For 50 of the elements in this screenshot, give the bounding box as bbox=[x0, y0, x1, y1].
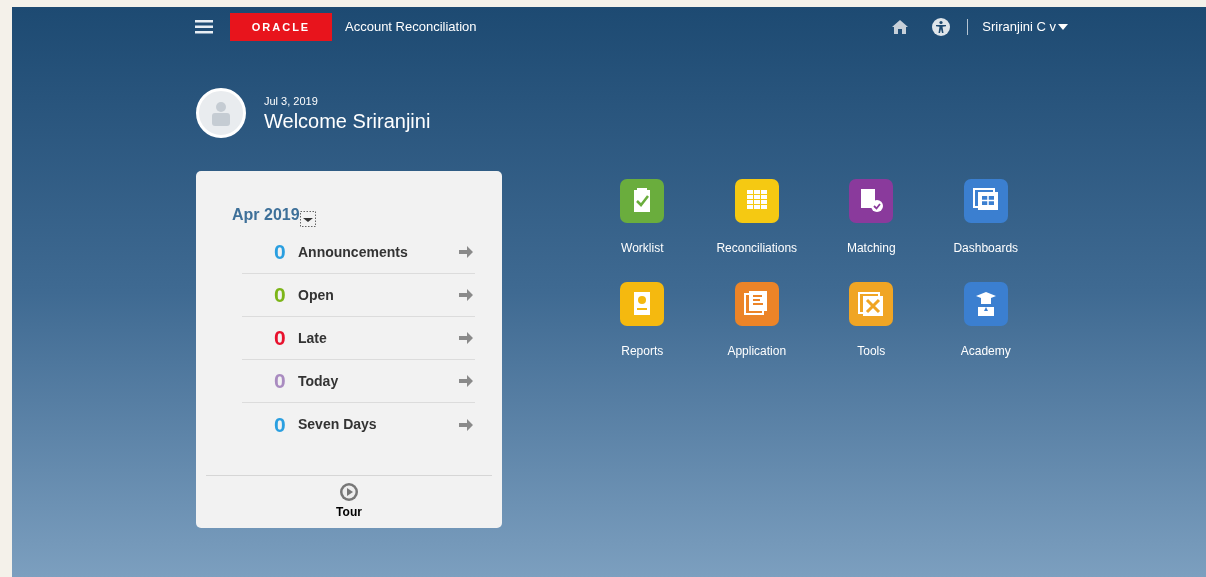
count-text: 0 bbox=[274, 325, 287, 352]
tile-label[interactable]: Application bbox=[727, 342, 787, 360]
count-text: 0 bbox=[274, 368, 287, 395]
menu-icon[interactable] bbox=[195, 20, 213, 34]
user-menu[interactable]: Sriranjini C v bbox=[982, 17, 1068, 37]
row-label: Late bbox=[298, 328, 328, 348]
summary-row[interactable]: 0 Announcements bbox=[242, 231, 475, 274]
arrow-icon[interactable] bbox=[459, 418, 473, 431]
arrow-icon[interactable] bbox=[459, 332, 473, 344]
summary-row[interactable]: 0 Today bbox=[242, 360, 475, 403]
tile-label[interactable]: Academy bbox=[960, 342, 1011, 360]
tile-icon[interactable] bbox=[620, 282, 665, 326]
tile-label[interactable]: Tools bbox=[857, 342, 886, 360]
row-label: Open bbox=[298, 285, 335, 305]
tile-icon[interactable] bbox=[849, 179, 894, 223]
date-text: Jul 3, 2019 bbox=[264, 93, 319, 109]
row-label: Today bbox=[298, 371, 340, 391]
tile-icon[interactable] bbox=[620, 179, 665, 223]
tile-label[interactable]: Reconciliations bbox=[716, 239, 798, 257]
count-text: 0 bbox=[274, 282, 287, 309]
tile-label[interactable]: Dashboards bbox=[953, 239, 1019, 257]
play-icon[interactable] bbox=[340, 483, 358, 501]
home-icon[interactable] bbox=[892, 20, 909, 34]
count-text: 0 bbox=[274, 239, 287, 266]
row-label: Seven Days bbox=[298, 415, 378, 434]
tile-icon[interactable] bbox=[734, 179, 779, 223]
dropdown-caret-icon[interactable] bbox=[299, 211, 316, 227]
summary-row[interactable]: 0 Seven Days bbox=[242, 403, 475, 446]
summary-row[interactable]: 0 Open bbox=[242, 274, 475, 317]
tile-label[interactable]: Worklist bbox=[621, 239, 664, 257]
summary-row[interactable]: 0 Late bbox=[242, 317, 475, 360]
arrow-icon[interactable] bbox=[459, 246, 473, 258]
arrow-icon[interactable] bbox=[459, 375, 473, 387]
avatar bbox=[196, 88, 246, 138]
caret-icon bbox=[1058, 24, 1068, 30]
period-label: Apr 2019 bbox=[232, 205, 300, 225]
oracle-logo: ORACLE bbox=[230, 13, 332, 41]
welcome-heading: Welcome Sriranjini bbox=[264, 109, 431, 134]
app-title: Account Reconciliation bbox=[345, 18, 477, 37]
arrow-icon[interactable] bbox=[459, 289, 473, 301]
tour-link[interactable]: Tour bbox=[336, 503, 362, 521]
row-label: Announcements bbox=[298, 242, 409, 262]
tile-label[interactable]: Matching bbox=[846, 239, 896, 257]
tile-icon[interactable] bbox=[734, 282, 779, 326]
tile-icon[interactable] bbox=[963, 179, 1008, 223]
tile-icon[interactable] bbox=[963, 282, 1008, 326]
tile-icon[interactable] bbox=[849, 282, 894, 326]
count-text: 0 bbox=[274, 411, 287, 438]
accessibility-icon[interactable] bbox=[932, 18, 951, 36]
tile-label[interactable]: Reports bbox=[621, 342, 664, 360]
